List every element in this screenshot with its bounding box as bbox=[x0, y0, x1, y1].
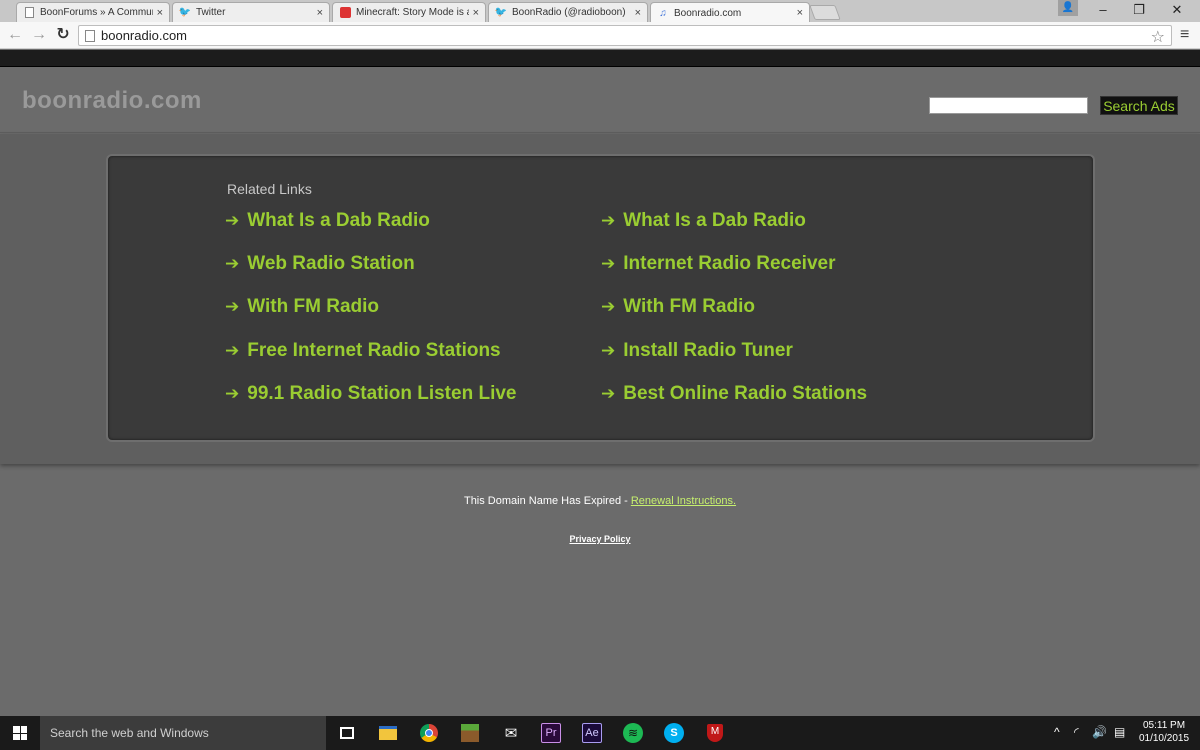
address-text: boonradio.com bbox=[101, 28, 187, 43]
content-band: Related Links ➔ What Is a Dab Radio ➔ We… bbox=[0, 134, 1200, 464]
related-link[interactable]: ➔ Best Online Radio Stations bbox=[601, 383, 867, 405]
music-note-icon: ♫ bbox=[659, 7, 667, 19]
related-link[interactable]: ➔ 99.1 Radio Station Listen Live bbox=[225, 383, 516, 405]
arrow-icon: ➔ bbox=[601, 341, 616, 360]
privacy-policy-link[interactable]: Privacy Policy bbox=[0, 534, 1200, 544]
windows-logo-icon bbox=[13, 726, 27, 740]
tab-boonradio[interactable]: ♫ Boonradio.com × bbox=[650, 2, 810, 23]
wifi-icon[interactable]: ◜ bbox=[1074, 725, 1079, 739]
close-icon[interactable]: × bbox=[157, 7, 163, 19]
bookmark-star-icon[interactable]: ☆ bbox=[1151, 27, 1165, 47]
chevron-up-icon[interactable]: ^ bbox=[1054, 725, 1060, 739]
new-tab-button[interactable] bbox=[809, 5, 841, 20]
close-window-button[interactable]: ✕ bbox=[1162, 2, 1192, 18]
related-links-heading: Related Links bbox=[227, 181, 312, 197]
chrome-icon[interactable] bbox=[419, 723, 439, 743]
related-link[interactable]: ➔ Free Internet Radio Stations bbox=[225, 340, 501, 362]
related-link[interactable]: ➔ With FM Radio bbox=[225, 296, 379, 318]
arrow-icon: ➔ bbox=[225, 297, 240, 316]
clock-date: 01/10/2015 bbox=[1138, 733, 1190, 744]
start-button[interactable] bbox=[0, 716, 40, 750]
related-link[interactable]: ➔ What Is a Dab Radio bbox=[601, 210, 806, 232]
page-icon bbox=[85, 29, 95, 42]
related-link[interactable]: ➔ Web Radio Station bbox=[225, 253, 415, 275]
arrow-icon: ➔ bbox=[601, 297, 616, 316]
search-input[interactable] bbox=[929, 97, 1088, 114]
tab-strip: BoonForums » A Commun × 🐦 Twitter × Mine… bbox=[0, 0, 1200, 23]
clock-time: 05:11 PM bbox=[1142, 720, 1186, 731]
back-arrow-icon[interactable]: ← bbox=[6, 26, 24, 44]
premiere-icon[interactable]: Pr bbox=[541, 723, 561, 743]
after-effects-icon[interactable]: Ae bbox=[582, 723, 602, 743]
twitter-icon: 🐦 bbox=[178, 7, 192, 18]
tab-minecraft[interactable]: Minecraft: Story Mode is a × bbox=[332, 2, 486, 22]
tab-label: Twitter bbox=[196, 7, 226, 18]
tab-label: Minecraft: Story Mode is a bbox=[356, 7, 469, 18]
tab-boonradio-twitter[interactable]: 🐦 BoonRadio (@radioboon) × bbox=[488, 2, 648, 22]
task-view-icon[interactable] bbox=[337, 723, 357, 743]
tab-label: BoonForums » A Commun bbox=[40, 7, 153, 18]
site-header: boonradio.com Search Ads bbox=[0, 67, 1200, 133]
renewal-link[interactable]: Renewal Instructions. bbox=[631, 495, 736, 507]
volume-icon[interactable]: 🔊 bbox=[1092, 725, 1107, 739]
related-link[interactable]: ➔ Internet Radio Receiver bbox=[601, 253, 836, 275]
skype-icon[interactable]: S bbox=[664, 723, 684, 743]
arrow-icon: ➔ bbox=[601, 254, 616, 273]
minecraft-icon bbox=[339, 7, 351, 19]
restore-button[interactable]: ❐ bbox=[1124, 2, 1154, 18]
minimize-button[interactable]: – bbox=[1088, 2, 1118, 17]
tab-twitter[interactable]: 🐦 Twitter × bbox=[172, 2, 330, 22]
tab-label: BoonRadio (@radioboon) bbox=[512, 7, 626, 18]
page-icon bbox=[23, 7, 35, 19]
related-link[interactable]: ➔ With FM Radio bbox=[601, 296, 755, 318]
minecraft-icon[interactable] bbox=[460, 723, 480, 743]
close-icon[interactable]: × bbox=[635, 7, 641, 19]
bookmark-strip bbox=[0, 50, 1200, 67]
arrow-icon: ➔ bbox=[225, 341, 240, 360]
close-icon[interactable]: × bbox=[317, 7, 323, 19]
mail-icon[interactable]: ✉ bbox=[501, 723, 521, 743]
taskbar-search[interactable]: Search the web and Windows bbox=[40, 716, 326, 750]
reload-icon[interactable]: ↻ bbox=[54, 26, 72, 44]
arrow-icon: ➔ bbox=[225, 254, 240, 273]
notification-icon[interactable]: ▤ bbox=[1114, 725, 1125, 739]
profile-icon[interactable]: 👤 bbox=[1058, 0, 1078, 16]
twitter-icon: 🐦 bbox=[494, 7, 508, 18]
arrow-icon: ➔ bbox=[601, 384, 616, 403]
spotify-icon[interactable]: ≋ bbox=[623, 723, 643, 743]
menu-icon[interactable]: ≡ bbox=[1180, 27, 1189, 43]
close-icon[interactable]: × bbox=[473, 7, 479, 19]
related-link[interactable]: ➔ What Is a Dab Radio bbox=[225, 210, 430, 232]
browser-toolbar: ← → ↻ boonradio.com ☆ ≡ bbox=[0, 22, 1200, 49]
arrow-icon: ➔ bbox=[225, 211, 240, 230]
arrow-icon: ➔ bbox=[601, 211, 616, 230]
mcafee-icon[interactable]: M bbox=[705, 723, 725, 743]
forward-arrow-icon[interactable]: → bbox=[30, 26, 48, 44]
taskbar: Search the web and Windows ✉ Pr Ae ≋ S M… bbox=[0, 716, 1200, 750]
site-title: boonradio.com bbox=[22, 87, 202, 114]
taskbar-clock[interactable]: 05:11 PM 01/10/2015 bbox=[1134, 719, 1194, 745]
related-links-box: Related Links ➔ What Is a Dab Radio ➔ We… bbox=[106, 154, 1095, 442]
related-link[interactable]: ➔ Install Radio Tuner bbox=[601, 340, 793, 362]
expired-notice: This Domain Name Has Expired - Renewal I… bbox=[0, 495, 1200, 507]
file-explorer-icon[interactable] bbox=[378, 723, 398, 743]
close-icon[interactable]: × bbox=[797, 7, 803, 19]
tab-label: Boonradio.com bbox=[674, 7, 742, 19]
tab-boonforums[interactable]: BoonForums » A Commun × bbox=[16, 2, 170, 22]
search-ads-button[interactable]: Search Ads bbox=[1100, 96, 1178, 115]
expired-text: This Domain Name Has Expired - bbox=[463, 495, 631, 507]
address-bar[interactable]: boonradio.com ☆ bbox=[78, 25, 1172, 46]
arrow-icon: ➔ bbox=[225, 384, 240, 403]
